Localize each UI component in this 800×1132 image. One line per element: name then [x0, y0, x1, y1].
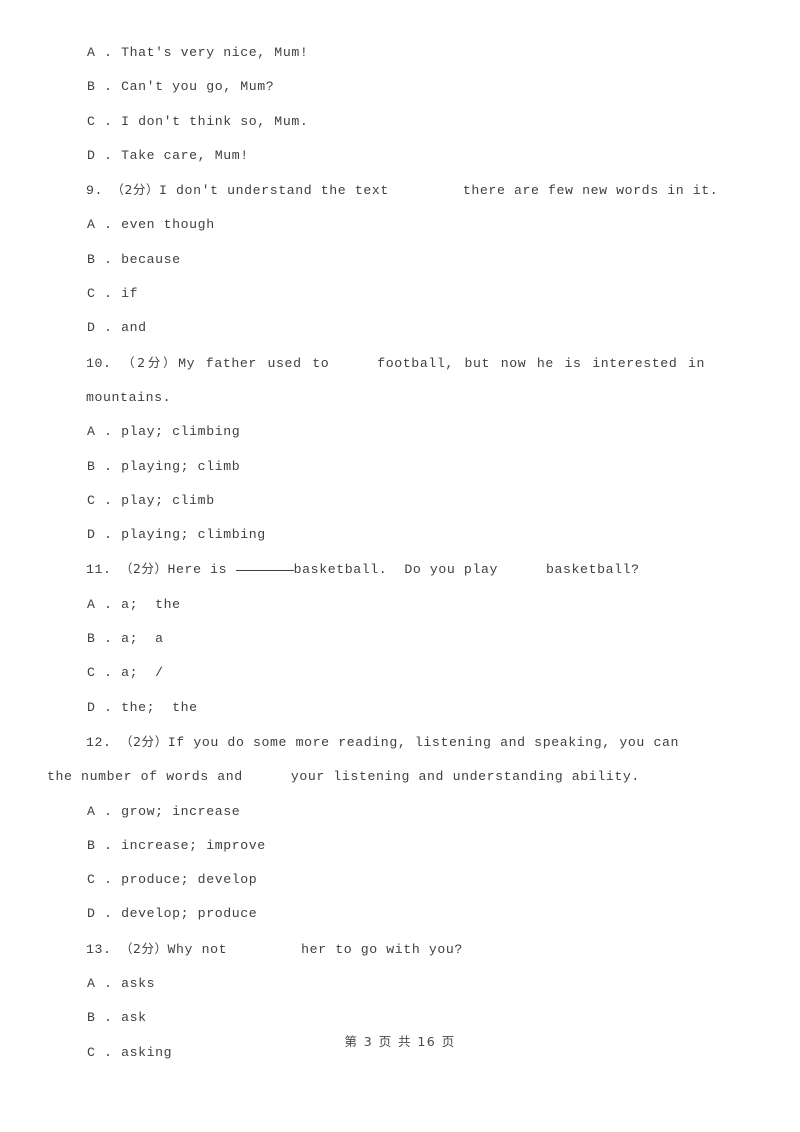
option-marker: A .: [87, 976, 113, 992]
option-row: C . play; climb: [47, 484, 753, 518]
question-stem-text-end: mountains.: [86, 389, 172, 405]
option-marker: C .: [87, 872, 113, 888]
question-score: （2分）: [120, 561, 168, 577]
option-row: D . develop; produce: [47, 897, 753, 931]
option-marker: B .: [87, 837, 113, 853]
question-number: 10.: [86, 355, 112, 371]
option-text: the; the: [121, 699, 198, 715]
question-stem-text-cont: there are few new words in it.: [462, 183, 719, 199]
option-row: D . and: [47, 311, 753, 345]
question-stem-text: My father used to: [178, 355, 330, 371]
option-row: C . I don't think so, Mum.: [47, 105, 753, 139]
option-text: play; climb: [121, 492, 215, 508]
option-text: because: [121, 251, 181, 267]
option-marker: B .: [87, 251, 113, 267]
page-footer: 第 3 页 共 16 页: [344, 1034, 456, 1049]
option-marker: A .: [87, 596, 113, 612]
option-text: and: [121, 320, 147, 336]
option-row: A . That's very nice, Mum!: [47, 36, 753, 70]
question-number: 11.: [86, 562, 112, 578]
option-marker: C .: [87, 492, 113, 508]
option-text: grow; increase: [121, 803, 241, 819]
question-number: 9.: [86, 183, 104, 199]
question-score: （2分）: [122, 354, 179, 370]
answer-blank-underlined: [235, 570, 294, 572]
option-marker: C .: [87, 286, 113, 302]
option-row: A . grow; increase: [47, 795, 753, 829]
document-content: A . That's very nice, Mum! B . Can't you…: [47, 36, 753, 1070]
option-text: a; a: [121, 631, 164, 647]
option-marker: D .: [87, 699, 113, 715]
question-stem-text-end: your listening and understanding ability…: [290, 769, 640, 785]
question-stem: 12. （2分）If you do some more reading, lis…: [47, 725, 753, 795]
question-stem-text: If you do some more reading, listening a…: [167, 734, 680, 750]
option-marker: B .: [87, 79, 113, 95]
option-marker: D .: [87, 320, 113, 336]
option-marker: A .: [87, 803, 113, 819]
question-stem: 13. （2分）Why not her to go with you?: [47, 932, 753, 967]
question-score: （2分）: [120, 940, 168, 956]
option-text: play; climbing: [121, 424, 241, 440]
option-marker: D .: [87, 527, 113, 543]
question-stem-text: Here is: [167, 562, 228, 578]
option-row: B . increase; improve: [47, 829, 753, 863]
option-row: D . the; the: [47, 691, 753, 725]
option-text: develop; produce: [121, 906, 258, 922]
option-text: even though: [121, 217, 215, 233]
option-row: B . a; a: [47, 622, 753, 656]
question-stem-text-cont: the number of words and: [47, 769, 243, 785]
question-number: 13.: [86, 941, 112, 957]
document-page: A . That's very nice, Mum! B . Can't you…: [0, 0, 800, 1132]
option-row: B . playing; climb: [47, 450, 753, 484]
option-marker: C .: [87, 665, 113, 681]
option-marker: B .: [87, 1010, 113, 1026]
question-score: （2分）: [111, 182, 160, 198]
option-row: D . playing; climbing: [47, 518, 753, 552]
option-marker: B .: [87, 458, 113, 474]
option-marker: D .: [87, 147, 113, 163]
option-marker: C .: [87, 113, 113, 129]
question-stem: 11. （2分）Here is basketball. Do you play b…: [47, 552, 753, 587]
option-text: produce; develop: [121, 872, 258, 888]
option-text: increase; improve: [121, 837, 266, 853]
option-text: ask: [121, 1010, 147, 1026]
option-marker: B .: [87, 631, 113, 647]
option-text: if: [121, 286, 139, 302]
question-stem-text-cont: her to go with you?: [301, 941, 463, 957]
option-row: B . Can't you go, Mum?: [47, 70, 753, 104]
option-row: C . a; /: [47, 656, 753, 690]
option-row: B . because: [47, 243, 753, 277]
option-marker: A .: [87, 217, 113, 233]
option-row: A . a; the: [47, 588, 753, 622]
question-stem-text-cont: football, but now he is interested in: [377, 355, 705, 371]
option-marker: A .: [87, 45, 113, 60]
question-stem-text-cont: basketball. Do you play: [293, 562, 498, 578]
option-text: asks: [121, 976, 156, 992]
option-row: A . play; climbing: [47, 415, 753, 449]
question-stem: 10. （2分）My father used to football, but n…: [47, 346, 753, 416]
option-text: Take care, Mum!: [121, 147, 249, 163]
question-stem-text: Why not: [167, 941, 228, 957]
option-text: I don't think so, Mum.: [121, 113, 309, 129]
option-row: C . produce; develop: [47, 863, 753, 897]
question-stem-text: I don't understand the text: [159, 183, 389, 199]
question-score: （2分）: [120, 733, 168, 749]
option-row: A . even though: [47, 208, 753, 242]
option-row: D . Take care, Mum!: [47, 139, 753, 173]
option-text: Can't you go, Mum?: [121, 79, 275, 95]
option-marker: D .: [87, 906, 113, 922]
question-stem-text-end: basketball?: [546, 562, 640, 578]
option-row: A . asks: [47, 967, 753, 1001]
option-text: playing; climbing: [121, 527, 266, 543]
option-row: C . if: [47, 277, 753, 311]
question-stem: 9. （2分）I don't understand the text there …: [47, 173, 753, 208]
question-number: 12.: [86, 734, 112, 750]
option-text: That's very nice, Mum!: [121, 45, 309, 60]
option-text: a; the: [121, 596, 181, 612]
option-marker: A .: [87, 424, 113, 440]
option-text: playing; climb: [121, 458, 241, 474]
option-text: a; /: [121, 665, 164, 681]
